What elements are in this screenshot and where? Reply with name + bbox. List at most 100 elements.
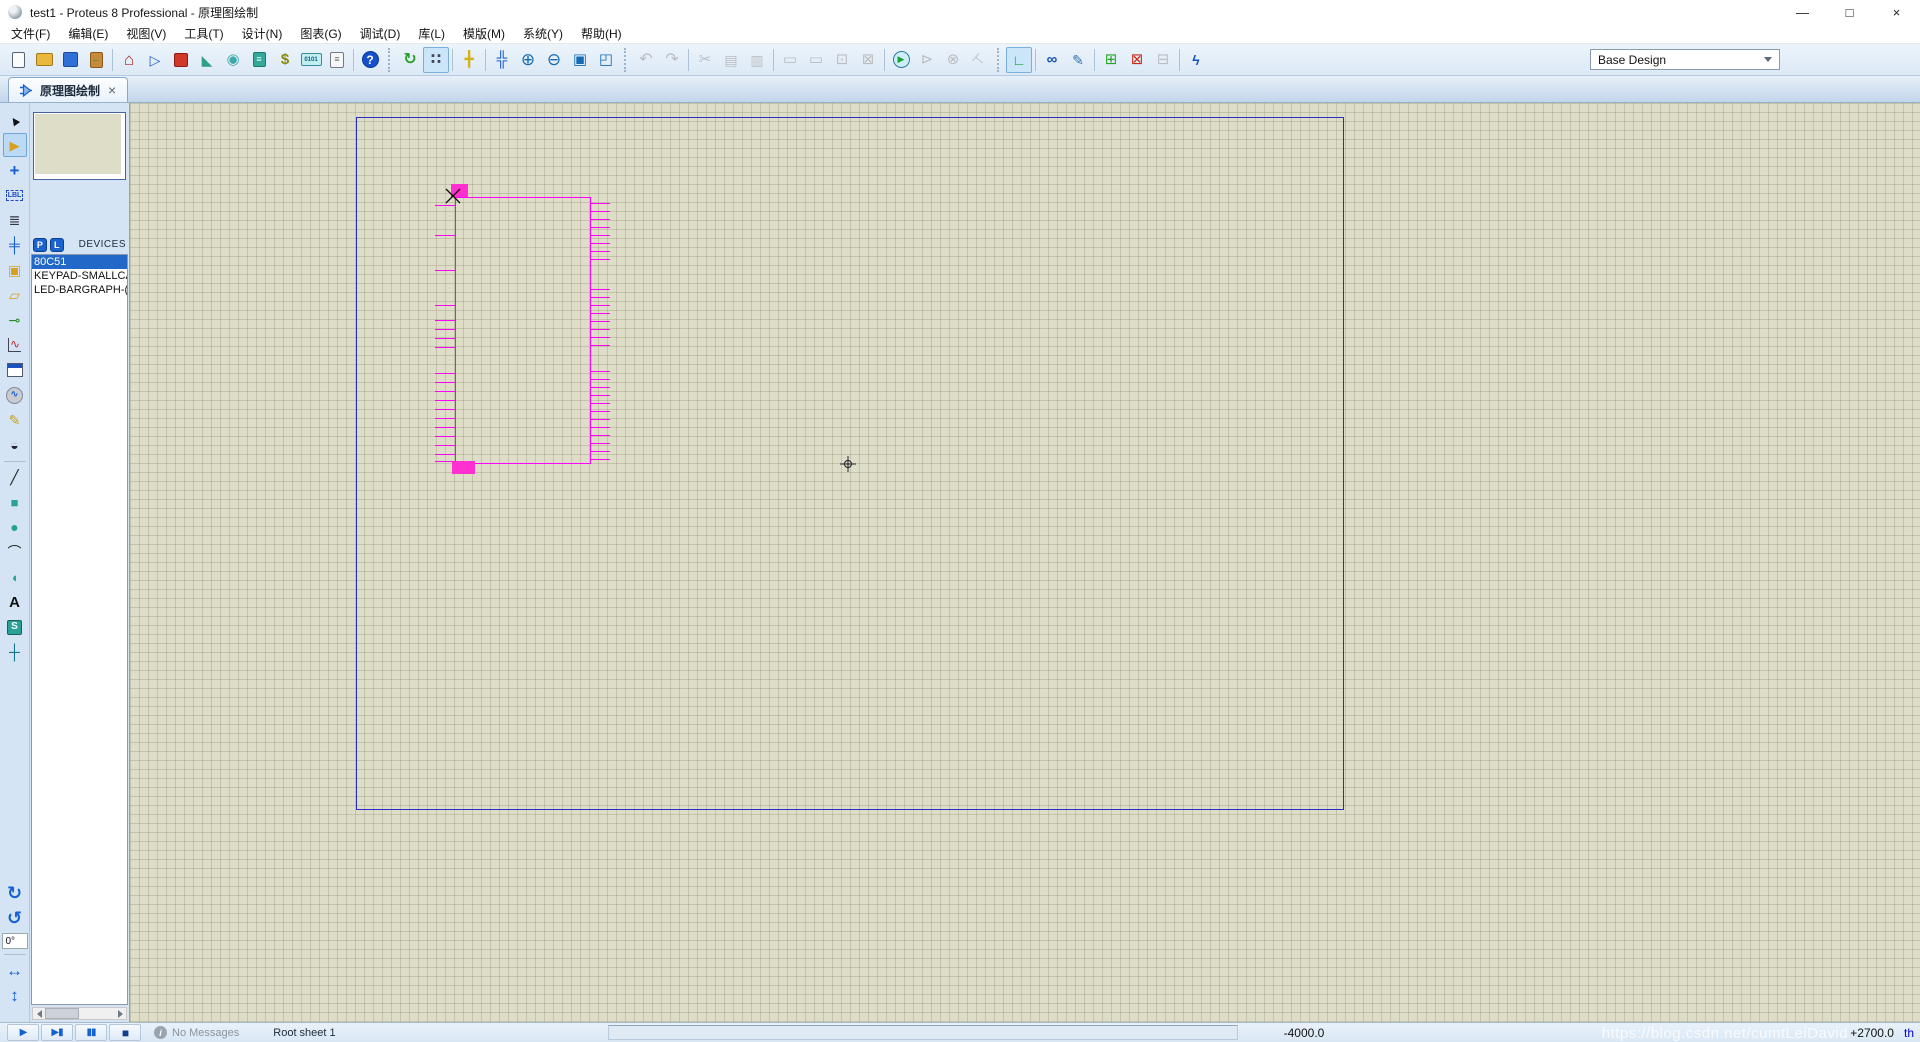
2d-symbol-button[interactable]: S bbox=[3, 615, 27, 639]
help-button[interactable]: ? bbox=[357, 47, 383, 73]
minimize-button[interactable]: — bbox=[1779, 0, 1826, 24]
library-manager-button[interactable]: L bbox=[50, 238, 64, 252]
new-sheet-button[interactable]: ⊞ bbox=[1098, 47, 1124, 73]
wire-label-mode-button[interactable]: LBL bbox=[3, 183, 27, 207]
menu-item[interactable]: 帮助(H) bbox=[572, 24, 631, 44]
grid-toggle-icon: ∷ bbox=[431, 52, 441, 67]
scroll-left-icon[interactable] bbox=[33, 1008, 45, 1019]
device-list-hscrollbar[interactable] bbox=[32, 1007, 127, 1020]
design-explorer-icon: ≡ bbox=[253, 52, 266, 67]
new-file-icon bbox=[12, 52, 25, 68]
pcb-layout-button[interactable] bbox=[168, 47, 194, 73]
zoom-in-button[interactable]: ⊕ bbox=[515, 47, 541, 73]
text-script-mode-button[interactable]: ≣ bbox=[3, 208, 27, 232]
zoom-area-button[interactable]: ◰ bbox=[593, 47, 619, 73]
menu-item[interactable]: 模版(M) bbox=[454, 24, 514, 44]
search-button[interactable]: ∞ bbox=[1039, 47, 1065, 73]
schematic-capture-button[interactable]: ▷ bbox=[142, 47, 168, 73]
virtual-instruments-mode-button[interactable]: ◒ bbox=[3, 433, 27, 457]
design-explorer-button[interactable]: ≡ bbox=[246, 47, 272, 73]
design-notes-button[interactable]: ≡ bbox=[324, 47, 350, 73]
menu-item[interactable]: 设计(N) bbox=[233, 24, 292, 44]
tab-close-icon[interactable]: × bbox=[107, 82, 117, 98]
simulation-log-button[interactable]: 0101 bbox=[298, 47, 324, 73]
schematic-canvas[interactable] bbox=[130, 103, 1920, 1022]
origin-button[interactable]: ╋ bbox=[456, 47, 482, 73]
menu-item[interactable]: 调试(D) bbox=[351, 24, 410, 44]
mirror-vertical-icon: ↕ bbox=[10, 987, 19, 1004]
zoom-out-button[interactable]: ⊖ bbox=[541, 47, 567, 73]
device-pins-mode-button[interactable]: ⊸ bbox=[3, 308, 27, 332]
2d-line-button[interactable]: ╱ bbox=[3, 465, 27, 489]
pause-button[interactable]: ▮▮ bbox=[75, 1024, 107, 1041]
pick-devices-button[interactable]: P bbox=[33, 238, 47, 252]
voltage-probe-mode-button[interactable]: ✎ bbox=[3, 408, 27, 432]
device-list[interactable]: 80C51KEYPAD-SMALLCALED-BARGRAPH-( bbox=[31, 254, 128, 1005]
rotate-clockwise-button[interactable]: ↻ bbox=[3, 881, 27, 905]
buses-mode-button[interactable]: ╪ bbox=[3, 233, 27, 257]
device-list-item[interactable]: 80C51 bbox=[32, 255, 127, 269]
pan-button[interactable]: ╬ bbox=[489, 47, 515, 73]
menu-item[interactable]: 编辑(E) bbox=[59, 24, 117, 44]
new-file-button[interactable] bbox=[5, 47, 31, 73]
device-list-item[interactable]: KEYPAD-SMALLCA bbox=[32, 269, 127, 283]
bill-of-materials-button[interactable]: $ bbox=[272, 47, 298, 73]
close-button[interactable]: × bbox=[1873, 0, 1920, 24]
save-project-button[interactable] bbox=[57, 47, 83, 73]
menu-item[interactable]: 图表(G) bbox=[291, 24, 350, 44]
stop-button[interactable]: ■ bbox=[109, 1024, 141, 1041]
main-toolbar: ←⌂▷◣◉≡$0101≡?↻∷╋╬⊕⊖▣◰↶↷✂▤▥▭▭⊡⊠▶⊳⊗⊤∟∞✎⊞⊠⊟… bbox=[0, 44, 1920, 76]
2d-path-button[interactable]: ◖ bbox=[3, 565, 27, 589]
object-selector-panel: P L DEVICES 80C51KEYPAD-SMALLCALED-BARGR… bbox=[30, 103, 130, 1022]
remove-sheet-button[interactable]: ⊠ bbox=[1124, 47, 1150, 73]
watermark: https://blog.csdn.net/cumtLeiDavid bbox=[1602, 1025, 1848, 1042]
rotate-anticlockwise-button[interactable]: ↺ bbox=[3, 906, 27, 930]
menu-item[interactable]: 视图(V) bbox=[117, 24, 175, 44]
component-mode-button[interactable]: ▶ bbox=[3, 133, 27, 157]
menu-item[interactable]: 库(L) bbox=[409, 24, 454, 44]
search-icon: ∞ bbox=[1047, 52, 1058, 67]
import-project-button[interactable]: ← bbox=[83, 47, 109, 73]
wire-autorouter-button[interactable]: ∟ bbox=[1006, 47, 1032, 73]
selection-mode-button[interactable]: ▲ bbox=[3, 108, 27, 132]
tab-schematic-capture[interactable]: 原理图绘制 × bbox=[8, 77, 128, 102]
erc-button[interactable]: ϟ bbox=[1183, 47, 1209, 73]
2d-box-button[interactable]: ■ bbox=[3, 490, 27, 514]
2d-text-button[interactable]: A bbox=[3, 590, 27, 614]
menu-item[interactable]: 系统(Y) bbox=[514, 24, 572, 44]
graph-mode-button[interactable]: ∿ bbox=[3, 333, 27, 357]
open-project-button[interactable] bbox=[31, 47, 57, 73]
maximize-button[interactable]: □ bbox=[1826, 0, 1873, 24]
netlist-compile-button[interactable]: ▶ bbox=[888, 47, 914, 73]
mirror-horizontal-button[interactable]: ↔ bbox=[3, 958, 27, 982]
property-assignment-button[interactable]: ✎ bbox=[1065, 47, 1091, 73]
wire-autorouter-icon: ∟ bbox=[1012, 53, 1026, 67]
home-button[interactable]: ⌂ bbox=[116, 47, 142, 73]
info-icon[interactable]: i bbox=[154, 1026, 167, 1039]
step-button[interactable]: ▶▮ bbox=[41, 1024, 73, 1041]
3d-viewer-button[interactable]: ◣ bbox=[194, 47, 220, 73]
gerber-viewer-button[interactable]: ◉ bbox=[220, 47, 246, 73]
design-combo[interactable]: Base Design bbox=[1590, 49, 1780, 70]
grid-toggle-button[interactable]: ∷ bbox=[423, 47, 449, 73]
scroll-right-icon[interactable] bbox=[114, 1008, 126, 1019]
mirror-vertical-button[interactable]: ↕ bbox=[3, 983, 27, 1007]
2d-arc-button[interactable]: ⌒ bbox=[3, 540, 27, 564]
device-list-item[interactable]: LED-BARGRAPH-( bbox=[32, 283, 127, 297]
tape-recorder-mode-button[interactable] bbox=[3, 358, 27, 382]
generator-mode-button[interactable]: ∿ bbox=[3, 383, 27, 407]
play-button[interactable]: ▶ bbox=[7, 1024, 39, 1041]
scrollbar-thumb[interactable] bbox=[45, 1008, 79, 1019]
component-preview-80c51[interactable] bbox=[130, 103, 1920, 1022]
menu-item[interactable]: 文件(F) bbox=[2, 24, 59, 44]
menu-item[interactable]: 工具(T) bbox=[175, 24, 232, 44]
subcircuit-mode-button[interactable]: ▣ bbox=[3, 258, 27, 282]
2d-marker-button[interactable]: ┼ bbox=[3, 640, 27, 664]
rotation-angle-display[interactable]: 0° bbox=[2, 933, 28, 949]
2d-circle-button[interactable]: ● bbox=[3, 515, 27, 539]
terminals-mode-button[interactable]: ▱ bbox=[3, 283, 27, 307]
redraw-button[interactable]: ↻ bbox=[397, 47, 423, 73]
zoom-all-button[interactable]: ▣ bbox=[567, 47, 593, 73]
junction-dot-mode-button[interactable]: + bbox=[3, 158, 27, 182]
overview-panel[interactable] bbox=[33, 112, 126, 180]
